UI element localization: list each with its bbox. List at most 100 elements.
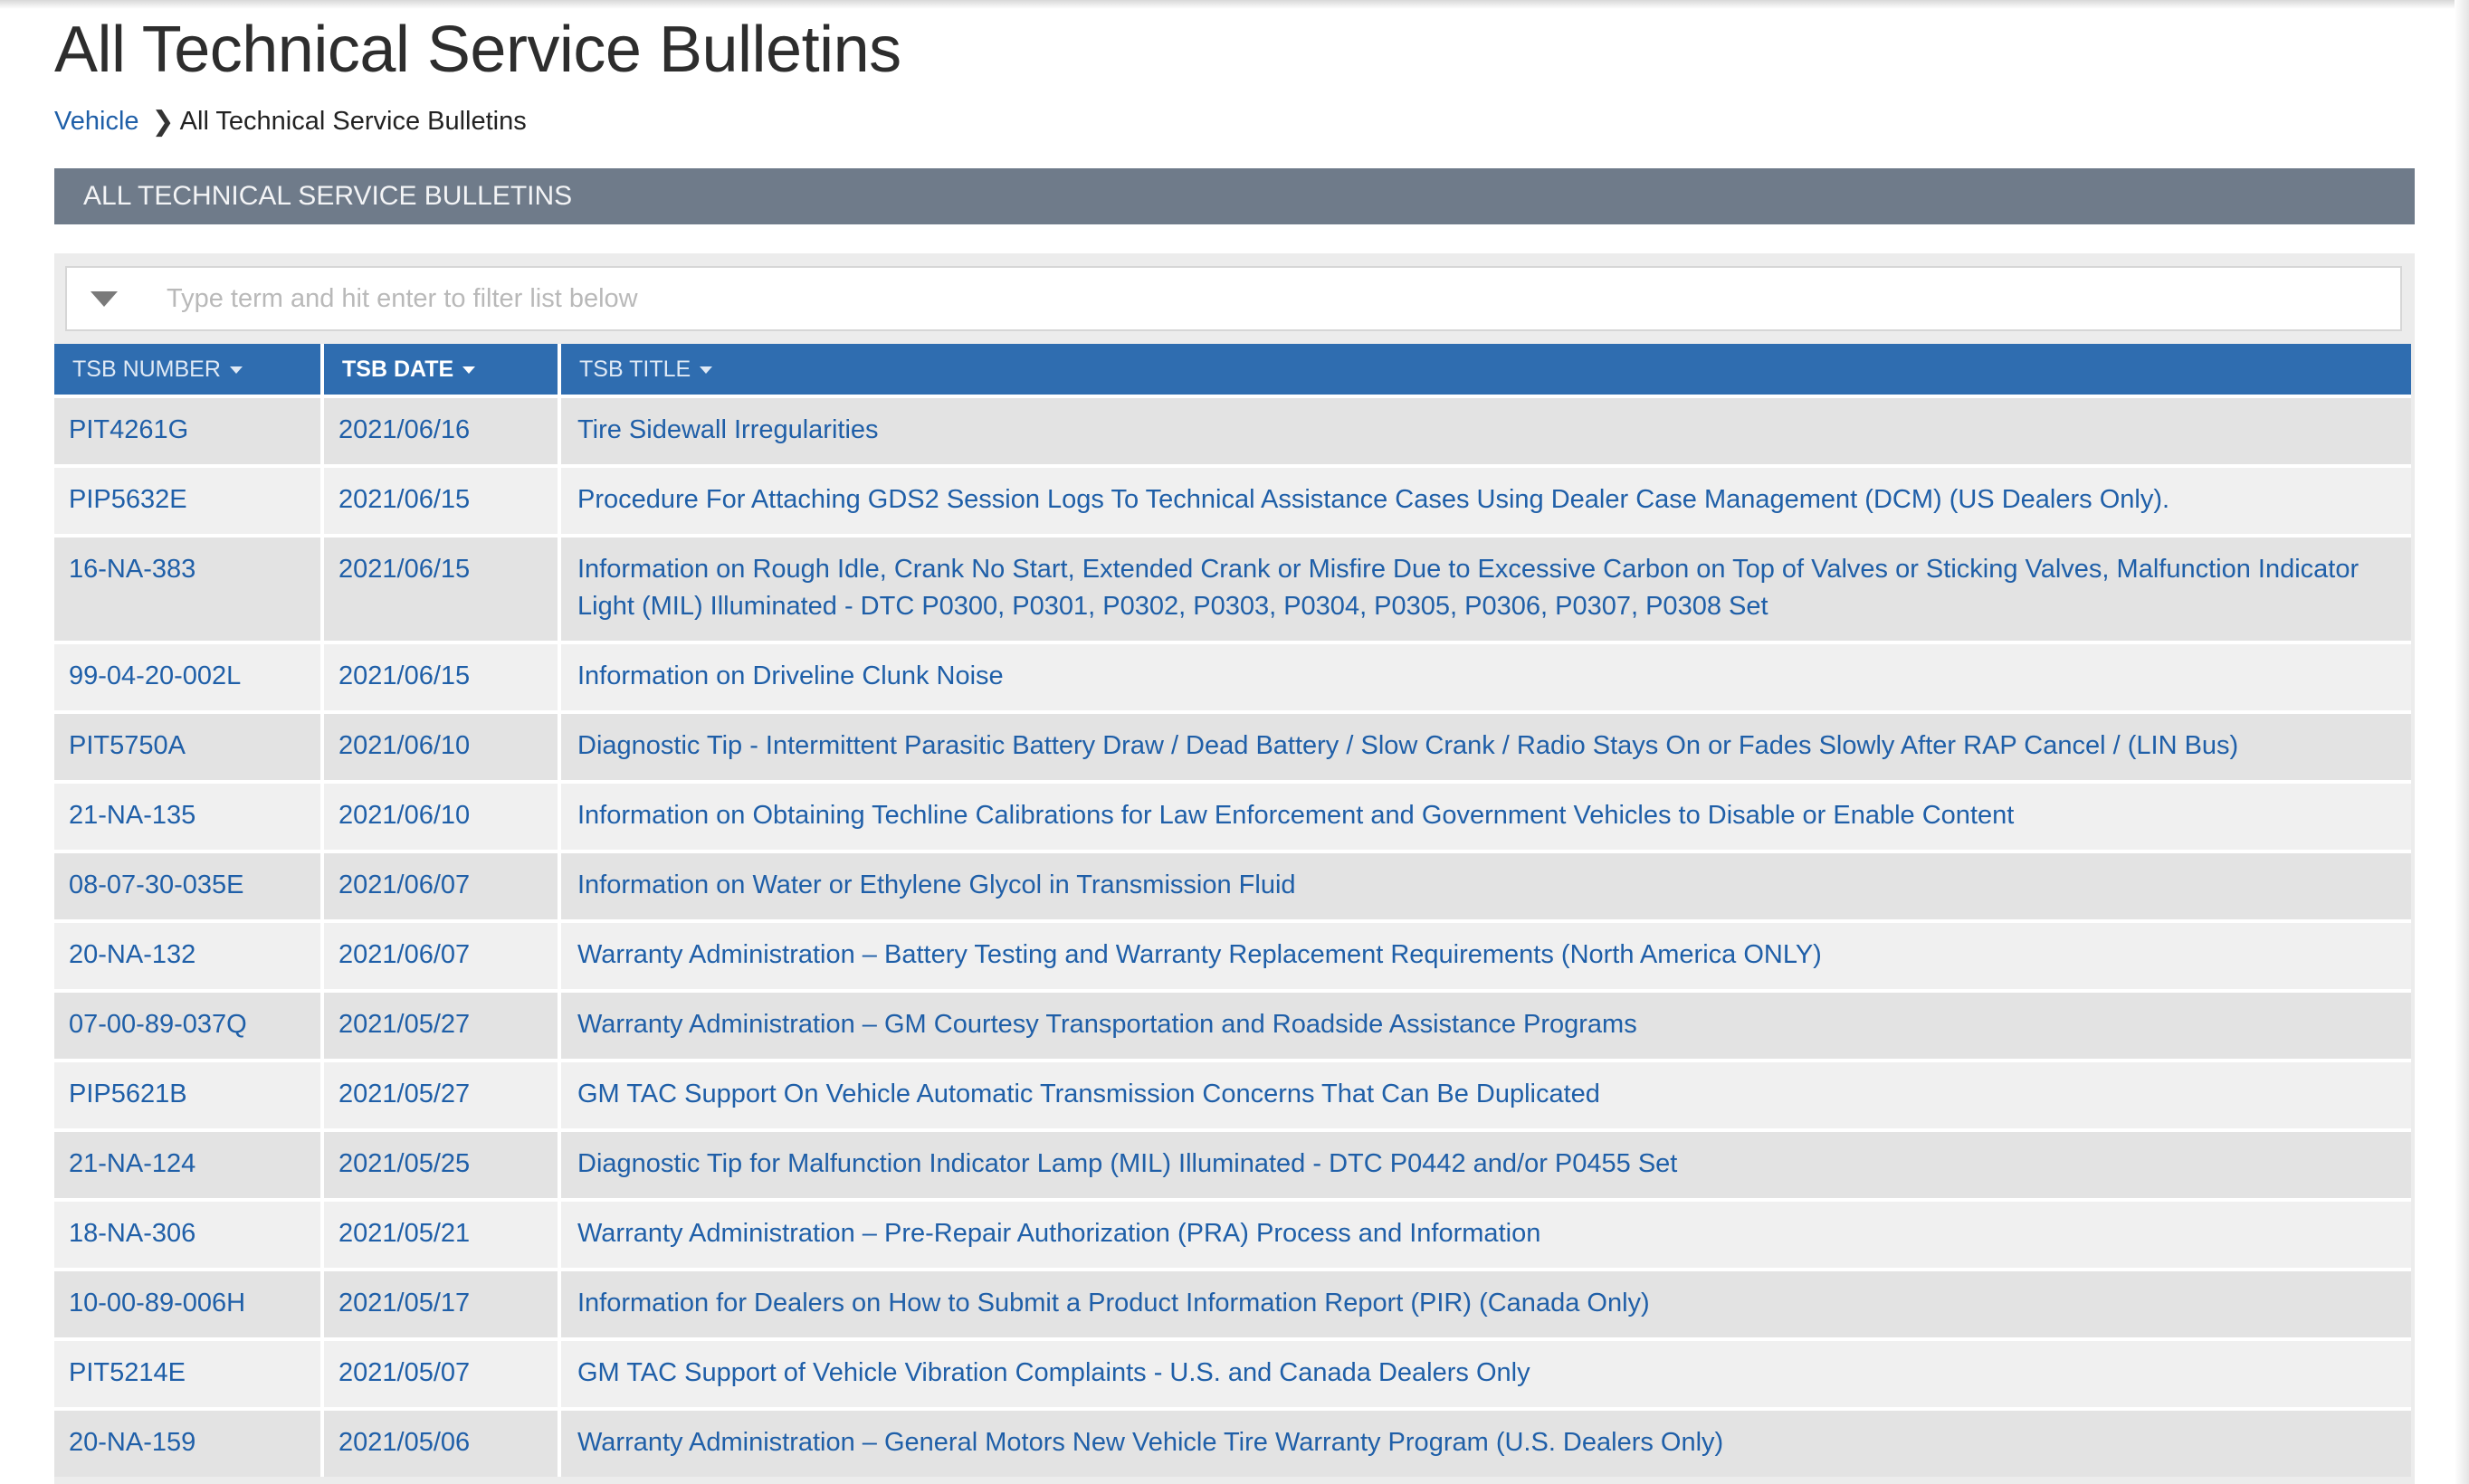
tsb-date-link[interactable]: 2021/06/10	[338, 731, 470, 760]
tsb-date-link[interactable]: 2021/05/27	[338, 1080, 470, 1108]
table-row[interactable]: PIP5621B 2021/05/27 GM TAC Support On Vehi…	[54, 1059, 2411, 1130]
tsb-number-link[interactable]: 18-NA-306	[69, 1219, 195, 1248]
tsb-number-cell: PIT4261G	[54, 395, 324, 466]
tsb-date-cell: 2021/06/10	[322, 710, 561, 782]
table-header-row: TSB NUMBER TSB DATE TSB TITLE	[54, 344, 2411, 396]
filter-box	[65, 266, 2402, 331]
tsb-number-link[interactable]: PIP5632E	[69, 485, 187, 514]
tsb-title-cell: Tire Sidewall Irregularities	[559, 395, 2411, 466]
column-header-tsb-date[interactable]: TSB DATE	[322, 344, 561, 396]
filter-input[interactable]	[165, 282, 2250, 315]
tsb-date-cell: 2021/06/15	[322, 534, 561, 642]
table-row[interactable]: 21-NA-135 2021/06/10 Information on Obtain…	[54, 780, 2411, 851]
tsb-number-link[interactable]: PIT5214E	[69, 1358, 186, 1387]
tsb-date-link[interactable]: 2021/06/07	[338, 870, 470, 899]
tsb-title-cell: Procedure For Attaching GDS2 Session Log…	[559, 464, 2411, 536]
tsb-number-link[interactable]: PIT4261G	[69, 415, 188, 444]
tsb-date-cell: 2021/05/06	[322, 1407, 561, 1477]
tsb-date-link[interactable]: 2021/05/07	[338, 1358, 470, 1387]
tsb-title-link[interactable]: Information on Rough Idle, Crank No Star…	[577, 555, 2359, 621]
page-title: All Technical Service Bulletins	[54, 14, 901, 86]
table-row[interactable]: 99-04-20-002L 2021/06/15 Information on Dr…	[54, 641, 2411, 712]
tsb-date-cell: 2021/06/07	[322, 850, 561, 921]
table-row[interactable]: PIT5214E 2021/05/07 GM TAC Support of Vehi…	[54, 1337, 2411, 1409]
table-row[interactable]: 07-00-89-037Q 2021/05/27 Warranty Administ…	[54, 989, 2411, 1061]
tsb-date-link[interactable]: 2021/05/06	[338, 1428, 470, 1457]
tsb-number-link[interactable]: 16-NA-383	[69, 555, 195, 584]
tsb-number-cell: 07-00-89-037Q	[54, 989, 324, 1061]
tsb-number-link[interactable]: 21-NA-135	[69, 801, 195, 830]
tsb-title-cell: Information on Water or Ethylene Glycol …	[559, 850, 2411, 921]
tsb-title-cell: GM TAC Support On Vehicle Automatic Tran…	[559, 1059, 2411, 1130]
breadcrumb: Vehicle ❯ All Technical Service Bulletin…	[54, 101, 527, 141]
tsb-date-link[interactable]: 2021/05/21	[338, 1219, 470, 1248]
chevron-right-icon: ❯	[151, 106, 175, 137]
tsb-title-cell: Warranty Administration – General Motors…	[559, 1407, 2411, 1477]
tsb-title-link[interactable]: Diagnostic Tip - Intermittent Parasitic …	[577, 731, 2238, 760]
sort-caret-icon	[462, 366, 476, 374]
table-row[interactable]: 20-NA-159 2021/05/06 Warranty Administrati…	[54, 1407, 2411, 1477]
tsb-date-link[interactable]: 2021/06/10	[338, 801, 470, 830]
tsb-date-link[interactable]: 2021/06/15	[338, 485, 470, 514]
tsb-number-cell: PIP5632E	[54, 464, 324, 536]
tsb-number-link[interactable]: 20-NA-132	[69, 940, 195, 969]
tsb-number-cell: 10-00-89-006H	[54, 1268, 324, 1339]
tsb-title-link[interactable]: Information on Driveline Clunk Noise	[577, 661, 1004, 690]
tsb-number-link[interactable]: 08-07-30-035E	[69, 870, 243, 899]
tsb-number-link[interactable]: PIP5621B	[69, 1080, 187, 1108]
table-row[interactable]: PIT4261G 2021/06/16 Tire Sidewall Irregula…	[54, 395, 2411, 466]
tsb-number-link[interactable]: PIT5750A	[69, 731, 186, 760]
tsb-number-link[interactable]: 10-00-89-006H	[69, 1289, 245, 1318]
tsb-date-cell: 2021/05/27	[322, 989, 561, 1061]
tsb-date-link[interactable]: 2021/06/15	[338, 661, 470, 690]
tsb-number-link[interactable]: 21-NA-124	[69, 1149, 195, 1178]
tsb-date-link[interactable]: 2021/05/17	[338, 1289, 470, 1318]
tsb-title-link[interactable]: Diagnostic Tip for Malfunction Indicator…	[577, 1149, 1677, 1178]
tsb-title-cell: Information on Obtaining Techline Calibr…	[559, 780, 2411, 851]
tsb-date-cell: 2021/05/25	[322, 1128, 561, 1200]
tsb-date-cell: 2021/05/27	[322, 1059, 561, 1130]
tsb-date-link[interactable]: 2021/06/16	[338, 415, 470, 444]
tsb-date-link[interactable]: 2021/05/27	[338, 1010, 470, 1039]
tsb-date-link[interactable]: 2021/05/25	[338, 1149, 470, 1178]
tsb-number-cell: 99-04-20-002L	[54, 641, 324, 712]
tsb-title-link[interactable]: Procedure For Attaching GDS2 Session Log…	[577, 485, 2169, 514]
tsb-date-cell: 2021/06/10	[322, 780, 561, 851]
column-header-tsb-title[interactable]: TSB TITLE	[559, 344, 2411, 396]
section-header: ALL TECHNICAL SERVICE BULLETINS	[54, 168, 2415, 224]
table-row[interactable]: 08-07-30-035E 2021/06/07 Information on Wa…	[54, 850, 2411, 921]
tsb-number-cell: 18-NA-306	[54, 1198, 324, 1270]
tsb-title-link[interactable]: Warranty Administration – GM Courtesy Tr…	[577, 1010, 1637, 1039]
tsb-date-link[interactable]: 2021/06/15	[338, 555, 470, 584]
table-row[interactable]: 10-00-89-006H 2021/05/17 Information for D…	[54, 1268, 2411, 1339]
tsb-title-link[interactable]: Warranty Administration – Battery Testin…	[577, 940, 1822, 969]
tsb-title-link[interactable]: Warranty Administration – Pre-Repair Aut…	[577, 1219, 1540, 1248]
table-row[interactable]: 18-NA-306 2021/05/21 Warranty Administrati…	[54, 1198, 2411, 1270]
tsb-title-link[interactable]: Warranty Administration – General Motors…	[577, 1428, 1723, 1457]
table-row[interactable]: 21-NA-124 2021/05/25 Diagnostic Tip for Ma…	[54, 1128, 2411, 1200]
column-header-tsb-number[interactable]: TSB NUMBER	[54, 344, 324, 396]
tsb-title-link[interactable]: GM TAC Support On Vehicle Automatic Tran…	[577, 1080, 1600, 1108]
tsb-number-cell: 20-NA-132	[54, 919, 324, 991]
tsb-title-link[interactable]: Information on Water or Ethylene Glycol …	[577, 870, 1296, 899]
sort-caret-icon	[700, 366, 713, 374]
tsb-date-cell: 2021/05/21	[322, 1198, 561, 1270]
tsb-title-link[interactable]: Tire Sidewall Irregularities	[577, 415, 879, 444]
table-row[interactable]: 16-NA-383 2021/06/15 Information on Rough …	[54, 534, 2411, 642]
sort-caret-icon	[229, 366, 243, 374]
tsb-title-cell: Information on Rough Idle, Crank No Star…	[559, 534, 2411, 642]
tsb-number-link[interactable]: 07-00-89-037Q	[69, 1010, 247, 1039]
tsb-title-cell: Diagnostic Tip for Malfunction Indicator…	[559, 1128, 2411, 1200]
table-row[interactable]: PIP5632E 2021/06/15 Procedure For Attachin…	[54, 464, 2411, 536]
tsb-number-link[interactable]: 20-NA-159	[69, 1428, 195, 1457]
breadcrumb-vehicle-link[interactable]: Vehicle	[54, 107, 139, 137]
tsb-title-link[interactable]: GM TAC Support of Vehicle Vibration Comp…	[577, 1358, 1530, 1387]
table-row[interactable]: PIT5750A 2021/06/10 Diagnostic Tip - Inter…	[54, 710, 2411, 782]
right-edge-shadow	[2455, 0, 2469, 1484]
tsb-title-link[interactable]: Information on Obtaining Techline Calibr…	[577, 801, 2014, 830]
tsb-number-link[interactable]: 99-04-20-002L	[69, 661, 241, 690]
table-row[interactable]: 20-NA-132 2021/06/07 Warranty Administrati…	[54, 919, 2411, 991]
tsb-number-cell: 21-NA-135	[54, 780, 324, 851]
tsb-date-link[interactable]: 2021/06/07	[338, 940, 470, 969]
tsb-title-link[interactable]: Information for Dealers on How to Submit…	[577, 1289, 1650, 1318]
